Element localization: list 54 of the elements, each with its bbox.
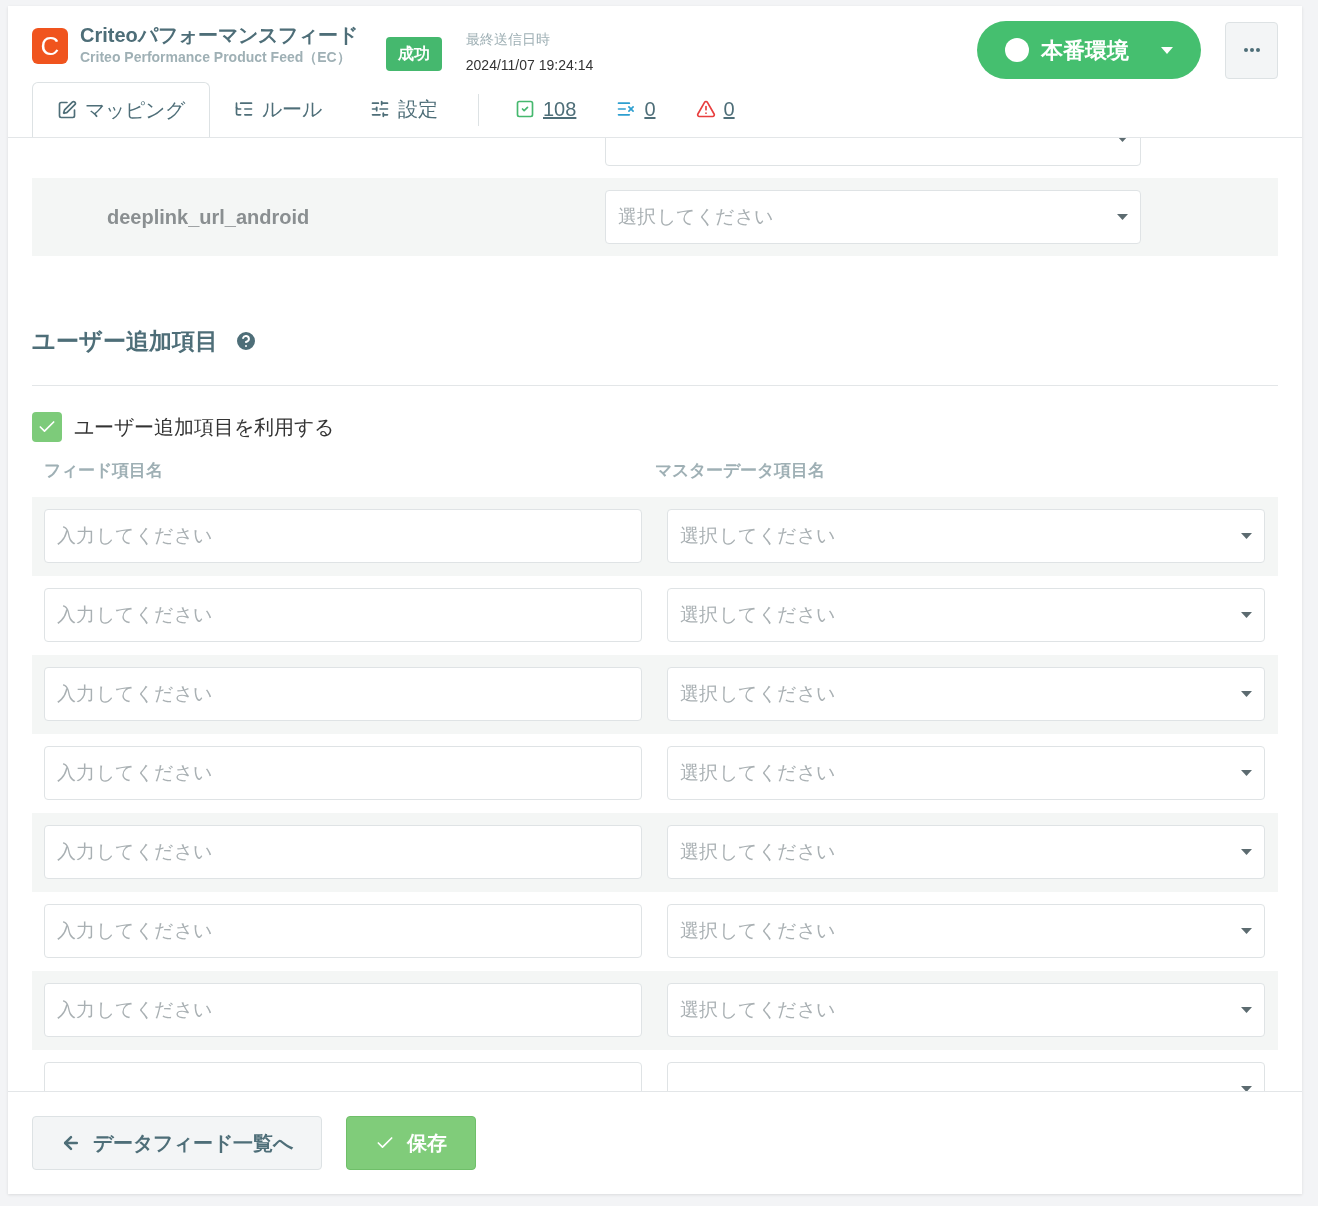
checkbox[interactable]	[32, 411, 62, 442]
app-logo: C	[32, 28, 68, 64]
caret-icon	[1117, 214, 1128, 220]
arrow-left-icon	[61, 1133, 81, 1153]
environment-button[interactable]: 本番環境	[977, 21, 1201, 79]
input-field[interactable]: 入力してください	[44, 904, 642, 958]
caret-icon	[1241, 612, 1252, 618]
list-x-icon	[616, 99, 637, 119]
input-field[interactable]: 入力してください	[44, 746, 642, 800]
feed-title: Criteoパフォーマンスフィード	[80, 23, 358, 47]
tab[interactable]: マッピング	[32, 82, 210, 137]
caret-icon	[1241, 1086, 1252, 1091]
tab[interactable]: 設定	[346, 81, 462, 136]
input-field[interactable]: 入力してください	[44, 667, 642, 721]
column-header: フィード項目名	[44, 459, 164, 482]
table-edit-icon	[57, 100, 77, 120]
select-field[interactable]: 選択してください	[667, 825, 1265, 879]
select-field[interactable]: 選択してください	[667, 588, 1265, 642]
feed-subtitle: Criteo Performance Product Feed（EC）	[80, 48, 352, 67]
caret-icon	[1241, 849, 1252, 855]
caret-icon	[1161, 46, 1173, 54]
tab[interactable]: ルール	[210, 81, 346, 136]
caret-icon	[1241, 691, 1252, 697]
caret-icon	[1241, 533, 1252, 539]
field-name: deeplink_url_android	[107, 205, 311, 230]
section-title: ユーザー追加項目	[32, 327, 218, 356]
input-field[interactable]: 入力してください	[44, 825, 642, 879]
save-button[interactable]: 保存	[346, 1116, 476, 1170]
caret-icon	[1241, 770, 1252, 776]
last-sent-label: 最終送信日時	[465, 30, 551, 49]
select-field[interactable]: 選択してください	[667, 667, 1265, 721]
select-field[interactable]: 選択してください	[667, 904, 1265, 958]
status-badge: 成功	[385, 37, 442, 71]
back-button[interactable]: データフィード一覧へ	[32, 1116, 322, 1170]
checkbox-label: ユーザー追加項目を利用する	[74, 414, 334, 440]
caret-icon	[1241, 928, 1252, 934]
checked-list-icon	[515, 99, 535, 119]
last-sent-time: 2024/11/07 19:24:14	[465, 56, 594, 75]
count-link[interactable]: 108	[515, 94, 577, 124]
count-link[interactable]: 0	[616, 94, 656, 124]
select-field[interactable]: 選択してください	[667, 509, 1265, 563]
caret-icon	[1241, 1007, 1252, 1013]
sliders-icon	[370, 98, 390, 119]
select-field[interactable]: 選択してください	[605, 190, 1141, 244]
input-field[interactable]: 入力してください	[44, 983, 642, 1037]
count-link[interactable]: 0	[695, 94, 735, 124]
input-field[interactable]: 入力してください	[44, 509, 642, 563]
select-field[interactable]: 選択してください	[667, 746, 1265, 800]
select-field[interactable]: 選択してください	[667, 983, 1265, 1037]
more-icon	[1243, 48, 1260, 52]
more-button[interactable]	[1225, 21, 1278, 79]
input-field[interactable]: 入力してください	[44, 588, 642, 642]
warning-icon	[695, 99, 716, 119]
column-header: マスターデータ項目名	[655, 459, 825, 482]
